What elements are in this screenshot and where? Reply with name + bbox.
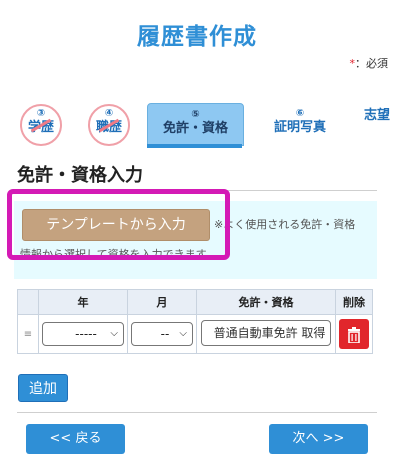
step-number: ⑥ xyxy=(295,108,305,119)
required-note-text: ：必須 xyxy=(355,57,388,70)
step-tab-motivation[interactable]: 志望 xyxy=(364,98,394,144)
table-row: ≡ ----- ⌵ -- ⌵ 普通自動車免許 取得 xyxy=(17,314,373,354)
drag-handle-icon[interactable]: ≡ xyxy=(17,314,39,354)
delete-button[interactable] xyxy=(339,319,369,349)
license-table: 年 月 免許・資格 削除 ≡ ----- ⌵ -- ⌵ 普通自動車免許 取得 xyxy=(17,289,373,354)
step-number: ⑤ xyxy=(191,109,200,120)
chevron-down-icon: ⌵ xyxy=(110,328,118,339)
trash-icon xyxy=(348,326,360,344)
col-header-year: 年 xyxy=(38,289,128,315)
step-label: 証明写真 xyxy=(273,120,326,135)
month-select[interactable]: -- ⌵ xyxy=(131,322,193,346)
section-title: 免許・資格入力 xyxy=(17,165,143,186)
step-label: 志望 xyxy=(364,108,391,123)
table-header-row: 年 月 免許・資格 削除 xyxy=(17,289,373,315)
year-cell: ----- ⌵ xyxy=(38,314,128,354)
required-note: *：必須 xyxy=(350,55,389,71)
active-tab-indicator xyxy=(147,144,242,148)
step-label: 免許・資格 xyxy=(162,121,228,136)
completed-stamp-icon xyxy=(88,104,130,146)
year-select[interactable]: ----- ⌵ xyxy=(42,322,124,346)
step-tab-education[interactable]: ③ 学歴 xyxy=(18,98,64,146)
col-header-handle xyxy=(17,289,39,315)
col-header-delete: 削除 xyxy=(335,289,373,315)
next-button[interactable]: 次へ >> xyxy=(269,424,368,454)
info-text: ※よく使用される免許・資格 xyxy=(214,218,356,231)
delete-cell xyxy=(335,314,373,354)
year-value: ----- xyxy=(75,327,97,341)
add-button[interactable]: 追加 xyxy=(18,374,68,402)
month-cell: -- ⌵ xyxy=(127,314,197,354)
step-tab-work-history[interactable]: ④ 職歴 xyxy=(86,98,132,146)
license-input[interactable]: 普通自動車免許 取得 xyxy=(201,319,331,346)
page-title: 履歴書作成 xyxy=(137,24,257,50)
completed-stamp-icon xyxy=(20,104,62,146)
highlight-frame xyxy=(7,189,230,260)
license-cell: 普通自動車免許 取得 xyxy=(196,314,336,354)
bottom-divider xyxy=(17,412,377,413)
back-button[interactable]: << 戻る xyxy=(26,424,125,454)
step-tabs: ③ 学歴 ④ 職歴 ⑤ 免許・資格 ⑥ 証明写真 志望 xyxy=(0,98,394,148)
col-header-license: 免許・資格 xyxy=(196,289,336,315)
month-value: -- xyxy=(160,327,170,341)
step-tab-photo[interactable]: ⑥ 証明写真 xyxy=(266,98,334,144)
col-header-month: 月 xyxy=(127,289,197,315)
chevron-down-icon: ⌵ xyxy=(179,328,187,339)
step-tab-licenses[interactable]: ⑤ 免許・資格 xyxy=(147,103,244,146)
